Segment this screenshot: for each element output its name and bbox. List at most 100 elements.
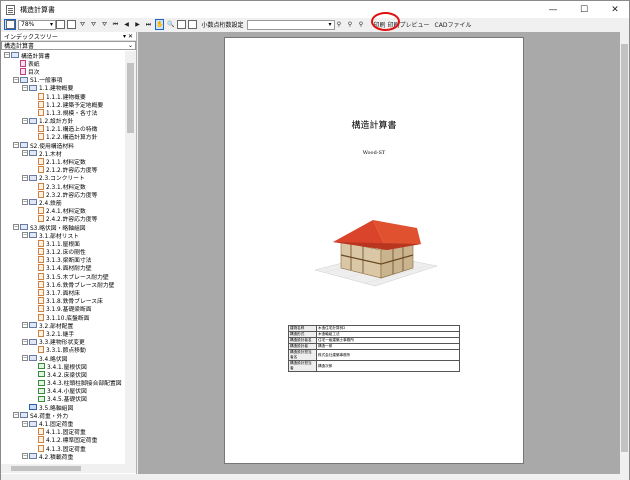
doc-icon [38,346,44,354]
binoculars-icon[interactable]: ⚲ [335,19,344,30]
index-tree-panel: インデックスツリー ▾ ✕ 構造計算書 ⌄ − 構造計算書 表紙 目次 − S1.一般事項… [1,32,137,474]
info-value: 株式会社建築事務所 [316,349,460,361]
tree-item[interactable]: − S2.使用構造材料 [1,141,125,150]
doc-icon [38,280,44,288]
doc-icon [38,444,44,452]
folder-icon [20,224,28,231]
pin-close-icon[interactable]: ▾ ✕ [123,33,133,40]
collapse-toggle-icon[interactable]: − [22,420,28,427]
export-icon[interactable] [188,19,198,30]
last-page-icon[interactable]: ⏭ [144,19,153,30]
fit-page-icon[interactable] [56,19,65,30]
filter-clear-icon[interactable]: ⛛ [100,19,109,30]
zoom-select[interactable]: 78% ▾ [18,19,56,30]
tree-root-value: 構造計算書 [4,43,35,50]
collapse-toggle-icon[interactable]: − [4,52,10,59]
doc-icon [38,297,44,305]
collapse-toggle-icon[interactable]: − [13,76,19,83]
doc-icon [38,166,44,174]
filter-add-icon[interactable]: ⛛ [89,19,98,30]
info-row: 構造設計担当者 構造次郎 [288,360,460,372]
collapse-toggle-icon[interactable]: − [22,117,28,124]
title-bar: 構造計算書 — ☐ ✕ [1,1,629,18]
prev-page-icon[interactable]: ◀ [122,19,131,30]
doc-icon [38,313,44,321]
save-icon[interactable] [4,19,16,30]
folder-icon [29,150,37,157]
doc-icon [38,100,44,108]
document-title: 構造計算書 [351,121,397,131]
tree-root-select[interactable]: 構造計算書 ⌄ [1,41,136,50]
document-info-table: 建物名称 木造住宅計算例2 構造形式 木造軸組工法 構造設計者名 住宅一級建築士事務所 構造… [288,325,460,372]
grn-icon [38,363,45,370]
grn-icon [38,395,45,402]
decimal-select[interactable]: ▾ [246,19,335,30]
close-button[interactable]: ✕ [601,1,629,18]
doc-icon [38,207,44,215]
minimize-button[interactable]: — [539,1,567,18]
collapse-toggle-icon[interactable]: − [13,412,19,419]
next-page-icon[interactable]: ▶ [133,19,142,30]
collapse-toggle-icon[interactable]: − [22,232,28,239]
index-tree: − 構造計算書 表紙 目次 − S1.一般事項 −1.1.建物概要 1.1.1.建物概要 1.1… [1,51,125,464]
folder-icon [20,142,28,149]
filter-icon[interactable]: ⛛ [78,19,87,30]
collapse-toggle-icon[interactable]: − [22,150,28,157]
tree-item[interactable]: − 4.2.積載荷重 [1,452,125,461]
zoom-icon[interactable]: 🔍 [166,19,175,30]
pink-icon [20,67,26,75]
viewer-scrollbar[interactable] [620,32,629,474]
collapse-toggle-icon[interactable]: − [13,224,19,231]
folder-icon [29,453,37,460]
zoom-value: 78% [21,21,35,28]
collapse-toggle-icon[interactable]: − [22,174,28,181]
first-page-icon[interactable]: ⏮ [111,19,120,30]
find-next-icon[interactable]: ⚲ [357,19,366,30]
doc-icon [38,272,44,280]
doc-icon [38,125,44,133]
collapse-toggle-icon[interactable]: − [22,322,28,329]
folder-icon [29,232,37,239]
collapse-toggle-icon[interactable]: − [22,84,28,91]
tree-horizontal-scrollbar[interactable] [1,464,136,473]
collapse-toggle-icon[interactable]: − [22,338,28,345]
document-subtitle: Wood-ST [362,150,386,156]
folder-icon [11,52,19,59]
folder-icon [20,412,28,419]
collapse-toggle-icon[interactable]: − [22,355,28,362]
collapse-toggle-icon[interactable]: − [13,142,19,149]
folder-icon [29,117,37,124]
app-window: 構造計算書 — ☐ ✕ 78% ▾ ⛛ ⛛ ⛛ ⏮ ◀ ▶ ⏭ ✋ 🔍 小数点桁数… [0,0,630,480]
maximize-button[interactable]: ☐ [570,1,598,18]
doc-icon [38,329,44,337]
hand-tool-icon[interactable]: ✋ [155,19,165,30]
doc-icon [38,133,44,141]
tree-item[interactable]: − 構造計算書 [1,51,125,60]
grn-icon [38,371,45,378]
collapse-toggle-icon[interactable]: − [22,199,28,206]
doc-icon [38,264,44,272]
tree-item[interactable]: 表紙 [1,59,125,68]
folder-icon [20,76,28,83]
panel-title: インデックスツリー [4,33,58,41]
doc-icon [38,248,44,256]
tree-item[interactable]: 2.3.2.許容応力度等 [1,190,125,199]
tree-item[interactable]: 目次 [1,67,125,76]
doc-icon [38,436,44,444]
collapse-toggle-icon[interactable]: − [22,453,28,460]
find-prev-icon[interactable]: ⚲ [346,19,355,30]
tree-vertical-scrollbar[interactable] [125,51,136,464]
doc-icon [38,182,44,190]
tree-item-label: 4.2.積載荷重 [39,454,74,461]
document-page: 構造計算書 Wood-ST 建物名称 木造住宅計算例2 構造形式 木造軸組工法 構造設計… [224,37,524,464]
doc-icon [38,289,44,297]
info-value: 構造次郎 [316,360,460,372]
toolbar: 78% ▾ ⛛ ⛛ ⛛ ⏮ ◀ ▶ ⏭ ✋ 🔍 小数点桁数設定 ▾ ⚲ ⚲ ⚲ 印… [1,18,629,31]
app-icon [6,4,15,15]
cad-file-button[interactable]: CADファイル [435,19,472,30]
folder-icon [29,174,37,181]
grn-icon [38,387,45,394]
status-bar [1,474,629,480]
fit-width-icon[interactable] [67,19,76,30]
page-icon[interactable] [177,19,187,30]
